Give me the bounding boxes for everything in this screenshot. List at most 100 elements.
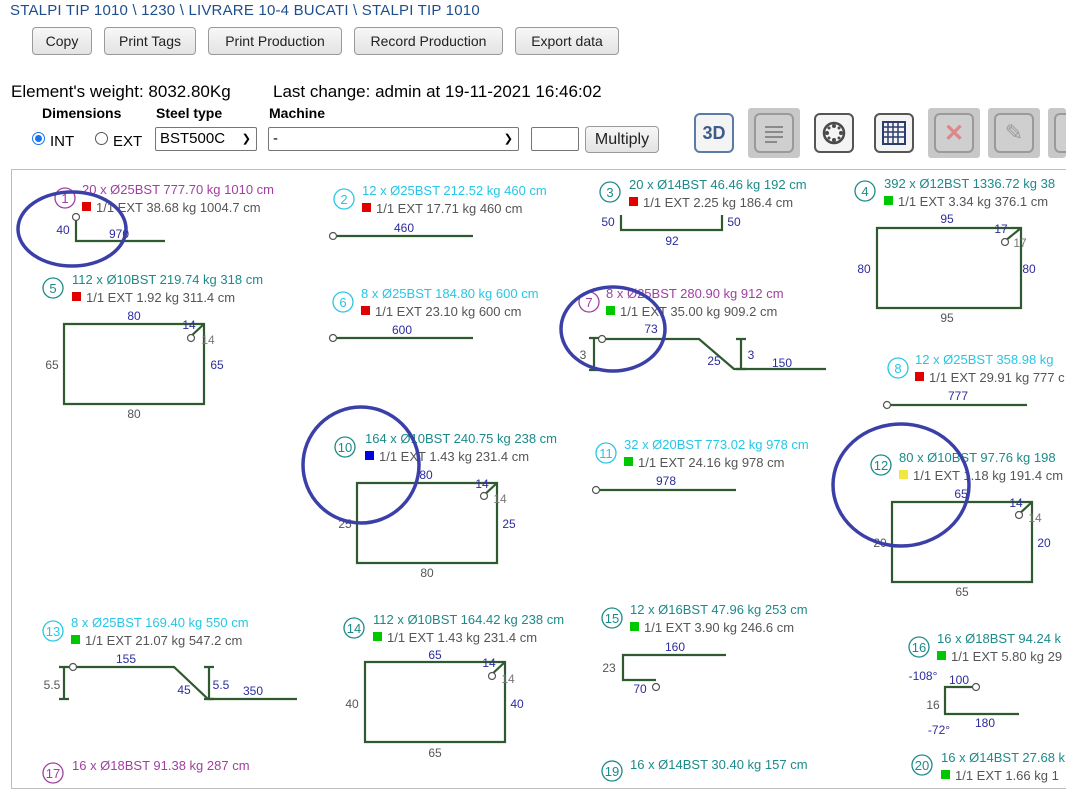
bar-start-point	[971, 682, 981, 692]
machine-value: -	[273, 130, 278, 147]
export-data-button[interactable]: Export data	[515, 27, 619, 55]
dimension-label: 80	[127, 309, 141, 323]
bar-subtitle: 1/1 EXT 3.34 kg 376.1 cm	[898, 194, 1048, 209]
dimension-label: 5.5	[44, 678, 61, 692]
record-production-button[interactable]: Record Production	[354, 27, 503, 55]
last-change: Last change: admin at 19-11-2021 16:46:0…	[273, 82, 602, 101]
bar-shape	[619, 215, 724, 232]
dimension-label: -108°	[909, 669, 938, 683]
bar-number: 4	[861, 184, 868, 199]
bar-status-marker	[624, 457, 633, 466]
steel-type-label: Steel type	[156, 105, 223, 121]
machine-label: Machine	[269, 105, 326, 121]
dimension-label: 25	[502, 517, 516, 531]
dimension-label: 14	[501, 672, 515, 686]
bar-shapes-panel: 1 20 x Ø25BST 777.70 kg 1010 cm 1/1 EXT 38…	[11, 169, 1066, 789]
bar-start-point	[597, 334, 607, 344]
more-icon	[1054, 113, 1066, 153]
bar-title: 12 x Ø25BST 358.98 kg	[915, 352, 1054, 367]
dimension-label: 350	[243, 684, 263, 698]
bar-status-marker	[361, 306, 370, 315]
bar-title: 112 x Ø10BST 219.74 kg 318 cm	[72, 272, 263, 287]
bar-start-point	[186, 333, 196, 343]
multiply-button[interactable]: Multiply	[585, 126, 659, 153]
dimension-label: 180	[975, 716, 995, 730]
3d-view-button[interactable]: 3D	[688, 108, 740, 158]
bar-shape	[62, 322, 206, 406]
delete-button[interactable]: ✕	[928, 108, 980, 158]
bar-shape	[943, 685, 1019, 716]
breadcrumb[interactable]: STALPI TIP 1010 \ 1230 \ LIVRARE 10-4 BU…	[10, 2, 480, 19]
dimension-label: 73	[644, 322, 658, 336]
bar-start-point	[71, 212, 81, 222]
grid-table-button[interactable]	[868, 108, 920, 158]
bar-title: 112 x Ø10BST 164.42 kg 238 cm	[373, 612, 564, 627]
bar-title: 80 x Ø10BST 97.76 kg 198	[899, 450, 1056, 465]
dimensions-ext-radio[interactable]	[95, 132, 108, 145]
dimension-label: 777	[948, 389, 968, 403]
bar-status-marker	[606, 306, 615, 315]
bar-number: 12	[874, 458, 888, 473]
bar-title: 12 x Ø25BST 212.52 kg 460 cm	[362, 183, 547, 198]
dimension-label: 600	[392, 323, 412, 337]
bar-title: 12 x Ø16BST 47.96 kg 253 cm	[630, 602, 808, 617]
dimension-label: 80	[420, 566, 434, 580]
chevron-down-icon: ❯	[241, 133, 251, 145]
dimension-label: 14	[482, 656, 496, 670]
dimension-label: 150	[772, 356, 792, 370]
machine-select[interactable]: - ❯	[268, 127, 519, 151]
settings-circle-button[interactable]	[808, 108, 860, 158]
bar-subtitle: 1/1 EXT 1.43 kg 231.4 cm	[387, 630, 537, 645]
bar-status-marker	[629, 197, 638, 206]
dimension-label: 65	[45, 358, 59, 372]
more-button[interactable]	[1048, 108, 1066, 158]
dimension-label: 92	[665, 234, 679, 248]
bar-subtitle: 1/1 EXT 29.91 kg 777 c	[929, 370, 1065, 385]
bar-subtitle: 1/1 EXT 35.00 kg 909.2 cm	[620, 304, 777, 319]
document-list-button[interactable]	[748, 108, 800, 158]
bar-subtitle: 1/1 EXT 24.16 kg 978 cm	[638, 455, 784, 470]
steel-type-select[interactable]: BST500C ❯	[155, 127, 257, 151]
bar-status-marker	[365, 451, 374, 460]
bar-number: 17	[46, 766, 60, 781]
edit-button[interactable]: ✎	[988, 108, 1040, 158]
copy-button[interactable]: Copy	[32, 27, 92, 55]
dimension-label: 40	[345, 697, 359, 711]
bar-status-marker	[82, 202, 91, 211]
dimensions-int-radio[interactable]	[32, 132, 45, 145]
bar-title: 8 x Ø25BST 184.80 kg 600 cm	[361, 286, 539, 301]
multiply-input[interactable]	[531, 127, 579, 151]
bar-status-marker	[915, 372, 924, 381]
dimension-label: 80	[1022, 262, 1036, 276]
dimension-label: 45	[177, 683, 191, 697]
bar-title: 16 x Ø18BST 94.24 k	[937, 631, 1062, 646]
bar-number: 8	[894, 361, 901, 376]
print-tags-button[interactable]: Print Tags	[104, 27, 196, 55]
bar-title: 20 x Ø25BST 777.70 kg 1010 cm	[82, 182, 274, 197]
bar-start-point	[68, 662, 78, 672]
bar-number: 10	[338, 440, 352, 455]
document-list-icon	[754, 113, 794, 153]
dimension-label: 14	[1028, 511, 1042, 525]
bar-subtitle: 1/1 EXT 2.25 kg 186.4 cm	[643, 195, 793, 210]
dimension-label: 95	[940, 311, 954, 325]
bar-start-point	[328, 333, 338, 343]
bar-number: 7	[585, 295, 592, 310]
dimension-label: 14	[475, 477, 489, 491]
bar-subtitle: 1/1 EXT 5.80 kg 29	[951, 649, 1062, 664]
dimension-label: -72°	[928, 723, 950, 737]
bar-number: 20	[915, 758, 929, 773]
bar-subtitle: 1/1 EXT 21.07 kg 547.2 cm	[85, 633, 242, 648]
dimension-label: 20	[1037, 536, 1051, 550]
dimension-label: 16	[926, 698, 940, 712]
delete-x-icon: ✕	[934, 113, 974, 153]
dimension-line	[736, 337, 746, 371]
bar-number: 14	[347, 621, 361, 636]
dimension-label: 40	[56, 223, 70, 237]
dimension-label: 14	[182, 318, 196, 332]
bar-status-marker	[884, 196, 893, 205]
dimension-label: 14	[493, 492, 507, 506]
bar-subtitle: 1/1 EXT 23.10 kg 600 cm	[375, 304, 521, 319]
bar-start-point	[479, 491, 489, 501]
print-production-button[interactable]: Print Production	[208, 27, 342, 55]
